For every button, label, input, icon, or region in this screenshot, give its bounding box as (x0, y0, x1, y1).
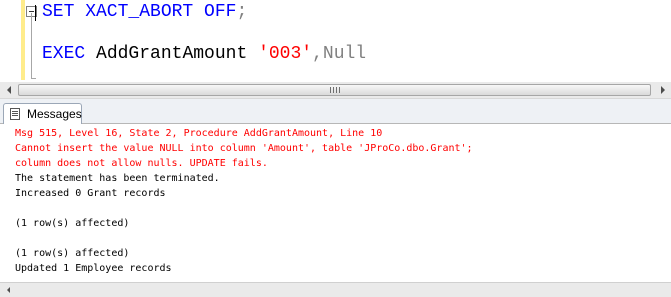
scrollbar-thumb[interactable] (18, 84, 651, 96)
code-line-1[interactable]: SET XACT_ABORT OFF; (42, 1, 247, 23)
tab-messages-label: Messages (27, 107, 82, 121)
text-caret (35, 5, 36, 21)
statement-terminator: ; (236, 2, 248, 22)
code-line-2[interactable]: EXEC AddGrantAmount '003',Null (42, 43, 366, 65)
messages-icon (10, 108, 20, 120)
procedure-name: AddGrantAmount (96, 44, 248, 64)
message-line: Cannot insert the value NULL into column… (15, 143, 473, 154)
messages-horizontal-scrollbar[interactable] (0, 282, 671, 297)
scroll-left-arrow-icon[interactable] (4, 286, 12, 294)
outline-line-end (31, 78, 36, 79)
grip-icon (329, 87, 340, 93)
messages-pane[interactable]: Msg 515, Level 16, State 2, Procedure Ad… (0, 124, 671, 282)
string-argument: '003' (258, 44, 313, 64)
message-line: (1 row(s) affected) (15, 218, 130, 229)
exec-keyword: EXEC (42, 44, 86, 64)
change-marker-bar (21, 0, 25, 80)
scroll-right-arrow-icon[interactable] (656, 84, 669, 96)
results-tab-strip: Messages (0, 99, 671, 124)
tab-messages[interactable]: Messages (3, 103, 82, 124)
message-line: column does not allow nulls. UPDATE fail… (15, 158, 268, 169)
message-line: (1 row(s) affected) (15, 248, 130, 259)
scroll-left-arrow-icon[interactable] (2, 84, 15, 96)
null-argument: Null (322, 44, 367, 64)
message-line: The statement has been terminated. (15, 173, 220, 184)
message-line: Increased 0 Grant records (15, 188, 166, 199)
editor-horizontal-scrollbar[interactable] (0, 82, 671, 99)
query-editor[interactable]: SET XACT_ABORT OFF; EXEC AddGrantAmount … (0, 0, 671, 83)
set-statement: SET XACT_ABORT OFF (42, 2, 237, 22)
argument-separator: , (312, 44, 323, 64)
message-line: Updated 1 Employee records (15, 263, 172, 274)
outline-line (31, 13, 32, 79)
message-line: Msg 515, Level 16, State 2, Procedure Ad… (15, 128, 383, 139)
